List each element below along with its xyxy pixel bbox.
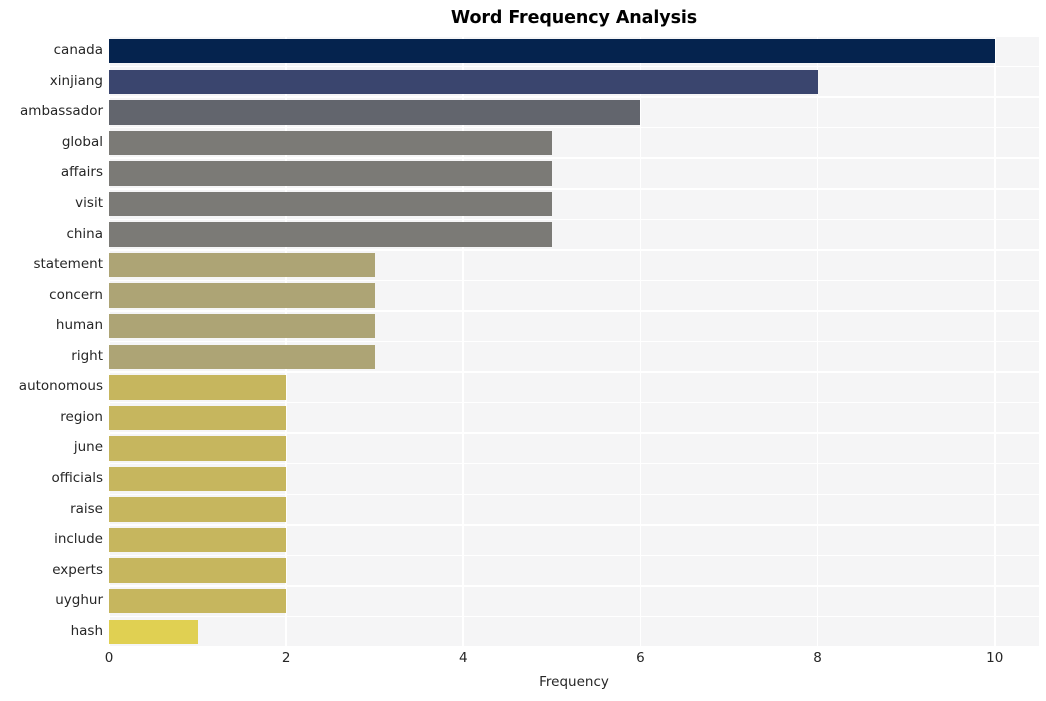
bar-uyghur (109, 588, 287, 614)
y-gridline (109, 65, 1039, 68)
y-tick-label-xinjiang: xinjiang (49, 72, 103, 89)
y-axis-tick-labels: canada xinjiang ambassador global affairs vis… (0, 36, 103, 647)
y-tick-label-right: right (71, 347, 103, 364)
chart-title: Word Frequency Analysis (450, 8, 698, 28)
y-gridline (109, 279, 1039, 282)
bar-experts (109, 558, 287, 583)
y-tick-label-human: human (55, 317, 103, 334)
y-tick-label-experts: experts (52, 561, 103, 578)
y-tick-label-global: global (61, 133, 103, 150)
y-tick-label-canada: canada (53, 42, 103, 59)
y-gridline (109, 462, 1039, 465)
y-gridline (109, 401, 1039, 404)
bar-visit (109, 191, 552, 217)
bar-right (109, 344, 375, 369)
y-gridline (109, 524, 1039, 526)
y-gridline (109, 96, 1039, 98)
bar-human (109, 314, 375, 339)
x-tick-label-8: 8 (813, 650, 822, 666)
bar-june (109, 436, 287, 461)
y-tick-label-hash: hash (70, 622, 103, 639)
x-axis-title: Frequency (539, 674, 609, 690)
bar-autonomous (109, 375, 287, 400)
y-tick-label-uyghur: uyghur (55, 592, 103, 609)
y-gridline (109, 615, 1039, 618)
y-gridline (109, 218, 1039, 221)
y-tick-label-affairs: affairs (60, 164, 103, 181)
y-tick-label-statement: statement (33, 256, 103, 273)
bar-officials (109, 466, 287, 492)
x-tick-label-2: 2 (281, 650, 291, 666)
bar-hash (109, 619, 198, 644)
y-tick-label-raise: raise (70, 500, 103, 517)
y-gridline (109, 126, 1039, 129)
bar-ambassador (109, 100, 641, 125)
x-axis-tick-labels: 0 2 4 6 8 10 (105, 650, 1039, 672)
bar-affairs (109, 161, 552, 186)
y-gridline (109, 371, 1039, 373)
y-gridline (109, 249, 1039, 251)
y-tick-label-include: include (54, 531, 103, 548)
y-gridline (109, 432, 1039, 434)
bar-xinjiang (109, 69, 818, 95)
x-tick-label-4: 4 (458, 650, 468, 666)
x-tick-label-10: 10 (986, 650, 1004, 666)
y-gridline (109, 340, 1039, 343)
y-gridline (109, 310, 1039, 312)
y-tick-label-ambassador: ambassador (20, 103, 103, 120)
bar-statement (109, 252, 375, 278)
y-tick-label-autonomous: autonomous (18, 378, 103, 395)
y-tick-label-visit: visit (75, 195, 103, 212)
y-gridline (109, 36, 1039, 37)
plot-area (109, 36, 1039, 647)
bar-concern (109, 283, 375, 308)
y-gridline (109, 646, 1039, 647)
y-tick-label-officials: officials (51, 469, 103, 486)
y-gridline (109, 493, 1039, 495)
y-tick-label-june: june (73, 439, 103, 456)
bar-region (109, 405, 287, 431)
y-tick-label-region: region (60, 408, 103, 425)
y-gridline (109, 585, 1039, 587)
bar-global (109, 130, 552, 156)
y-tick-label-china: china (66, 225, 103, 242)
bar-canada (109, 39, 995, 64)
x-tick-label-6: 6 (636, 650, 645, 666)
y-tick-label-concern: concern (49, 286, 103, 303)
y-gridline (109, 157, 1039, 159)
bar-include (109, 527, 287, 553)
bar-raise (109, 497, 287, 522)
word-frequency-chart-figure: Word Frequency Analysis canada xinjiang am… (0, 0, 1046, 701)
bar-china (109, 222, 552, 247)
x-tick-label-0: 0 (104, 650, 114, 666)
y-gridline (109, 188, 1039, 190)
y-gridline (109, 554, 1039, 557)
